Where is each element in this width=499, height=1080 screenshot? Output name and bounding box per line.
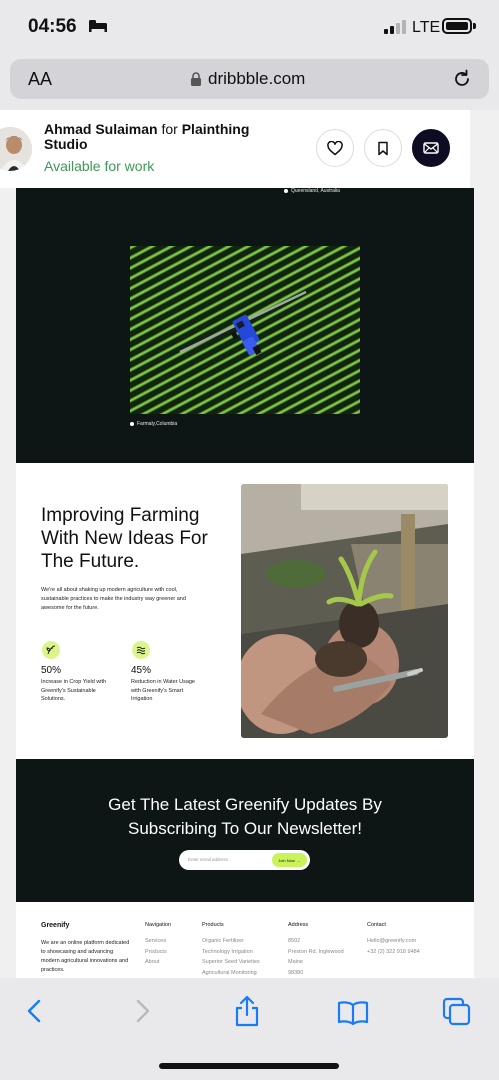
email-field: Enter email address xyxy=(188,857,229,862)
heart-icon xyxy=(327,140,343,155)
bookmark-icon xyxy=(378,141,388,155)
designer-name[interactable]: Ahmad Sulaiman for Plainthing Studio xyxy=(44,122,294,152)
footer-list: Services Products About xyxy=(145,938,167,965)
location-caption-bottom: Farmaly,Columbia xyxy=(130,421,177,427)
footer-brand: Greenify xyxy=(41,922,70,929)
book-icon[interactable] xyxy=(337,1000,369,1026)
footer-list: 8502 Preston Rd. Inglewood Maine 98380 xyxy=(288,938,344,976)
footer-heading: Products xyxy=(202,922,224,928)
newsletter-title: Get The Latest Greenify Updates By Subsc… xyxy=(108,795,382,838)
reload-icon[interactable] xyxy=(452,69,472,89)
save-button[interactable] xyxy=(364,129,402,167)
battery-icon xyxy=(442,18,476,34)
status-bar: 04:56 LTE xyxy=(0,0,499,55)
location-caption-top: Queensland, Australia xyxy=(284,188,340,194)
bed-icon xyxy=(89,20,107,32)
home-indicator[interactable] xyxy=(159,1063,339,1069)
newsletter-form: Enter email address Join Now → xyxy=(179,850,310,870)
designer-header: Ahmad Sulaiman for Plainthing Studio Ava… xyxy=(0,110,470,188)
footer-list: Organic Fertilizer Technology Irrigation… xyxy=(202,938,260,976)
safari-bottom-toolbar xyxy=(0,978,499,1080)
plant-icon xyxy=(42,641,60,659)
stat-value: 50% xyxy=(41,665,62,676)
forward-icon[interactable] xyxy=(133,998,153,1024)
back-icon[interactable] xyxy=(24,998,44,1024)
browser-toolbar: AA dribbble.com xyxy=(0,55,499,110)
footer-list: Hello@greenify.com +32 (2) 322 918 9484 xyxy=(367,938,420,955)
text-size-button[interactable]: AA xyxy=(28,69,52,90)
newsletter-section: Get The Latest Greenify Updates By Subsc… xyxy=(16,759,474,902)
address-bar[interactable]: AA dribbble.com xyxy=(10,59,489,99)
stat-label: Increase in Crop Yield with Greenify's S… xyxy=(41,679,107,702)
avatar[interactable] xyxy=(0,127,32,171)
contact-button[interactable] xyxy=(412,129,450,167)
arrow-right-icon: → xyxy=(296,857,301,863)
shot-preview: Queensland, Australia Farmaly,Columbia I… xyxy=(16,188,474,978)
lock-icon xyxy=(191,72,201,86)
mail-icon xyxy=(423,142,439,154)
footer-heading: Contact xyxy=(367,922,386,928)
stat-value: 45% xyxy=(131,665,152,676)
network-type: LTE xyxy=(412,19,441,36)
footer-heading: Address xyxy=(288,922,309,928)
join-now-button: Join Now → xyxy=(272,853,307,867)
footer-description: We are an online platform dedicated to s… xyxy=(41,940,130,973)
footer-heading: Navigation xyxy=(145,922,171,928)
stat-label: Reduction in Water Usage with Greenify's… xyxy=(131,679,195,702)
availability-status[interactable]: Available for work xyxy=(44,158,154,174)
tabs-icon[interactable] xyxy=(442,997,472,1027)
clock: 04:56 xyxy=(28,16,77,37)
water-icon xyxy=(132,641,150,659)
signal-icon xyxy=(384,20,406,34)
site-footer: Greenify We are an online platform dedic… xyxy=(16,902,474,978)
section-description: We're all about shaking up modern agricu… xyxy=(41,587,186,611)
aerial-field-image xyxy=(130,246,360,414)
share-icon[interactable] xyxy=(234,995,260,1027)
url-text[interactable]: dribbble.com xyxy=(208,69,305,89)
section-title: Improving Farming With New Ideas For The… xyxy=(41,505,208,572)
like-button[interactable] xyxy=(316,129,354,167)
hands-seedling-photo xyxy=(241,484,448,738)
hero-section: Queensland, Australia Farmaly,Columbia xyxy=(16,188,474,463)
